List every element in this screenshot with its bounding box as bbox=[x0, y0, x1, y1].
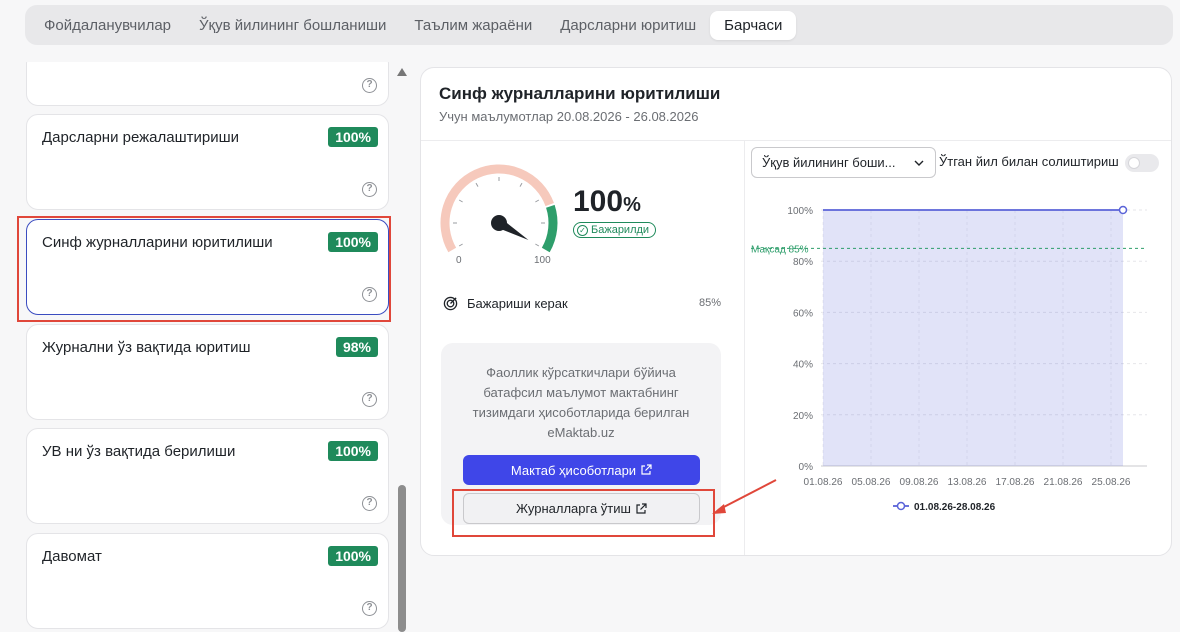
percent-badge: 100% bbox=[328, 441, 378, 461]
list-card[interactable]: Журнални ўз вақтида юритиш 98% ? bbox=[26, 324, 389, 420]
gauge-min-label: 0 bbox=[456, 255, 462, 266]
external-link-icon bbox=[641, 464, 652, 475]
y-tick-label: 20% bbox=[793, 411, 813, 422]
y-tick-label: 40% bbox=[793, 360, 813, 371]
tab-2[interactable]: Таълим жараёни bbox=[400, 11, 546, 40]
gauge-tick bbox=[458, 199, 463, 203]
tab-3[interactable]: Дарсларни юритиш bbox=[546, 11, 710, 40]
value-unit: % bbox=[623, 194, 641, 216]
x-tick-label: 05.08.26 bbox=[852, 477, 891, 488]
card-title: Давомат bbox=[42, 548, 102, 565]
tab-0[interactable]: Фойдаланувчилар bbox=[30, 11, 185, 40]
compare-toggle[interactable] bbox=[1125, 154, 1159, 172]
target-label: Мақсад 85% bbox=[751, 244, 809, 255]
list-card[interactable]: Дарсларни режалаштириши 100% ? bbox=[26, 114, 389, 210]
target-label: Бажариши керак bbox=[467, 295, 568, 311]
scrollbar-thumb[interactable] bbox=[398, 485, 406, 632]
list-card-partial[interactable]: ? bbox=[26, 62, 389, 106]
tab-1[interactable]: Ўқув йилининг бошланиши bbox=[185, 11, 400, 40]
scroll-up-arrow-icon[interactable] bbox=[397, 68, 407, 76]
y-tick-label: 80% bbox=[793, 257, 813, 268]
gauge-tick bbox=[535, 199, 540, 203]
completion-value: 100% bbox=[573, 185, 641, 219]
x-tick-label: 25.08.26 bbox=[1092, 477, 1131, 488]
gauge-track bbox=[440, 164, 554, 253]
panel-title: Синф журналларини юритилиши bbox=[439, 84, 721, 103]
help-icon[interactable]: ? bbox=[362, 392, 377, 407]
toggle-knob bbox=[1128, 157, 1140, 169]
value-number: 100 bbox=[573, 185, 624, 218]
status-label: Бажарилди bbox=[591, 224, 650, 236]
y-tick-label: 60% bbox=[793, 308, 813, 319]
button-label: Мактаб ҳисоботлари bbox=[510, 462, 637, 478]
period-select[interactable]: Ўқув йилининг боши... bbox=[751, 147, 936, 178]
check-circle-icon: ✓ bbox=[577, 224, 588, 236]
percent-badge: 100% bbox=[328, 546, 378, 566]
legend-marker bbox=[896, 501, 906, 511]
info-text: Фаоллик кўрсаткичлари бўйича батафсил ма… bbox=[472, 365, 690, 440]
gauge-tick bbox=[519, 182, 523, 187]
card-title: Дарсларни режалаштириши bbox=[42, 129, 240, 146]
annotation-highlight-card bbox=[17, 216, 391, 322]
gauge-tick bbox=[475, 182, 479, 187]
area-chart: 0% 20% 40% 60% 80% 100% 01.08.26 05.08.26 09.08.… bbox=[751, 205, 1147, 513]
x-tick-label: 01.08.26 bbox=[804, 477, 843, 488]
tab-4[interactable]: Барчаси bbox=[710, 10, 797, 40]
gauge-tick bbox=[535, 243, 540, 247]
target-value: 85% bbox=[698, 297, 721, 309]
indicator-list: ? Дарсларни режалаштириши 100% ? Синф жу… bbox=[25, 62, 390, 632]
help-icon[interactable]: ? bbox=[362, 182, 377, 197]
x-tick-label: 09.08.26 bbox=[900, 477, 939, 488]
gauge-fill bbox=[541, 204, 558, 253]
card-title: Журнални ўз вақтида юритиш bbox=[42, 339, 251, 356]
percent-badge: 98% bbox=[335, 337, 378, 357]
date-range-subtitle: Учун маълумотлар 20.08.2026 - 26.08.2026 bbox=[439, 109, 699, 124]
target-row: Бажариши керак 85% bbox=[443, 294, 721, 312]
list-card[interactable]: Давомат 100% ? bbox=[26, 533, 389, 629]
help-icon[interactable]: ? bbox=[362, 78, 377, 93]
help-icon[interactable]: ? bbox=[362, 496, 377, 511]
gauge-ticks bbox=[453, 177, 545, 247]
annotation-highlight-button bbox=[452, 489, 715, 537]
series-end-point bbox=[1118, 205, 1128, 215]
detail-panel: Синф журналларини юритилиши Учун маълумо… bbox=[420, 67, 1172, 556]
period-select-value: Ўқув йилининг боши... bbox=[762, 155, 896, 170]
annotation-arrow-icon bbox=[712, 479, 777, 514]
gauge-max-label: 100 bbox=[534, 255, 551, 266]
gauge-tick bbox=[458, 243, 463, 247]
y-tick-label: 0% bbox=[799, 462, 814, 473]
card-title: УВ ни ўз вақтида берилиши bbox=[42, 443, 236, 460]
list-scrollbar[interactable] bbox=[396, 65, 408, 632]
help-icon[interactable]: ? bbox=[362, 601, 377, 616]
status-badge: ✓ Бажарилди bbox=[573, 222, 657, 238]
x-tick-label: 13.08.26 bbox=[948, 477, 987, 488]
percent-badge: 100% bbox=[328, 127, 378, 147]
gauge-hub bbox=[491, 215, 507, 231]
chevron-down-icon bbox=[914, 160, 924, 166]
x-tick-label: 21.08.26 bbox=[1044, 477, 1083, 488]
compare-label: Ўтган йил билан солиштириш bbox=[939, 154, 1119, 169]
divider bbox=[421, 140, 1171, 141]
tab-bar: Фойдаланувчилар Ўқув йилининг бошланиши Та… bbox=[25, 5, 1173, 45]
legend-label: 01.08.26-28.08.26 bbox=[914, 502, 996, 513]
school-reports-button[interactable]: Мактаб ҳисоботлари bbox=[463, 455, 700, 485]
y-tick-label: 100% bbox=[787, 206, 813, 217]
x-tick-label: 17.08.26 bbox=[996, 477, 1035, 488]
target-icon bbox=[443, 296, 458, 310]
list-card[interactable]: УВ ни ўз вақтида берилиши 100% ? bbox=[26, 428, 389, 524]
